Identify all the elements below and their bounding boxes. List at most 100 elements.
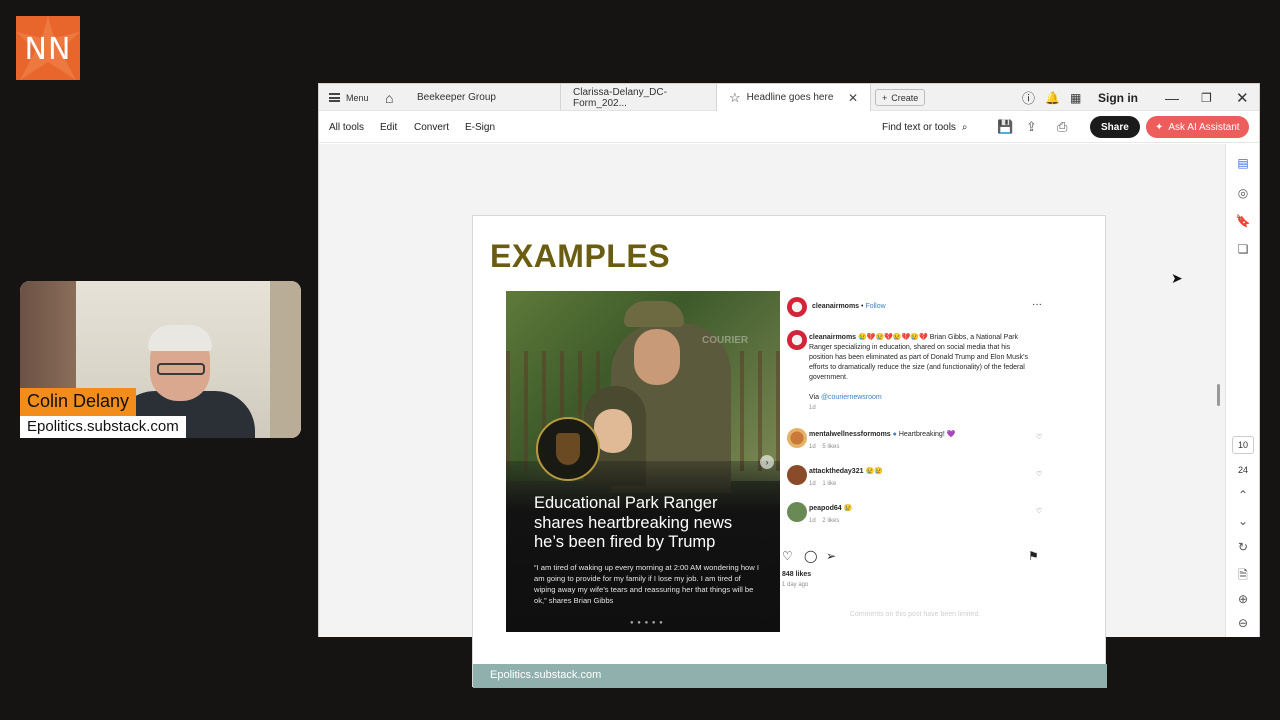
document-canvas[interactable]: EXAMPLES COURIER › Educational Park Rang… [319,144,1225,688]
comment-time: 1d [809,481,816,487]
more-options-icon[interactable]: ··· [1032,299,1042,310]
star-icon[interactable]: ☆ [729,90,741,106]
ask-ai-assistant-button[interactable]: ✦ Ask AI Assistant [1146,116,1249,138]
menu-label: Menu [346,92,369,103]
sign-in-link[interactable]: Sign in [1098,84,1138,111]
caption-time: 1d [809,405,816,411]
nn-logo: NN [16,16,80,80]
comment-icon[interactable]: ◯ [804,549,817,563]
page-down-icon[interactable]: ⌄ [1226,514,1260,528]
caption-via: Via [809,394,821,401]
total-pages: 24 [1237,465,1248,475]
current-page-field[interactable]: 10 [1232,436,1254,454]
comment-text: 😢😢 [865,468,883,475]
comment-row: attacktheday321 😢😢 [809,467,883,475]
convert-button[interactable]: Convert [414,111,449,143]
minimize-icon[interactable]: — [1165,84,1179,111]
share-icon[interactable]: ➢ [826,549,836,563]
comments-limited-note: Comments on this post have been limited. [849,611,981,618]
close-window-icon[interactable]: ✕ [1236,84,1249,111]
comment-likes: 1 like [822,481,837,487]
apps-grid-icon[interactable]: ▦ [1070,84,1081,111]
edit-button[interactable]: Edit [380,111,397,143]
rotate-icon[interactable]: ↻ [1226,540,1260,554]
create-label: Create [891,92,919,103]
instagram-panel: cleanairmoms • Follow ··· cleanairmoms 😢… [780,291,1050,632]
post-headline: Educational Park Ranger shares heartbrea… [534,494,733,551]
tab-dc-form[interactable]: Clarissa-Delany_DC-Form_202... [561,84,717,111]
tab-headline-active[interactable]: ☆ Headline goes here ✕ [717,84,871,111]
save-icon[interactable]: 💾 [997,111,1013,143]
find-tools-button[interactable]: Find text or tools ⌕ [882,111,968,143]
comment-user[interactable]: peapod64 [809,505,842,512]
like-comment-icon[interactable]: ♡ [1036,433,1042,441]
verified-icon: ● [892,431,897,438]
export-pdf-icon[interactable]: ◎ [1226,186,1260,200]
avatar [787,428,807,448]
hamburger-icon [329,93,340,102]
account-name[interactable]: cleanairmoms [812,303,859,310]
bell-icon[interactable]: 🔔 [1045,84,1060,111]
toolbar: All tools Edit Convert E-Sign Find text … [319,111,1259,143]
logo-text: NN [24,32,72,67]
avatar [787,297,807,317]
comment-user[interactable]: mentalwellnessformoms [809,431,891,438]
zoom-out-icon[interactable]: ⊖ [1226,616,1260,630]
courier-watermark: COURIER [702,335,749,346]
tab-bar: Menu ⌂ Beekeeper Group Clarissa-Delany_D… [319,84,1259,111]
scrollbar-thumb[interactable] [1217,384,1220,406]
page-up-icon[interactable]: ⌃ [1226,488,1260,502]
help-icon[interactable]: ⓘ [1022,84,1035,111]
caption-user[interactable]: cleanairmoms [809,334,856,341]
post-image: COURIER › Educational Park Ranger shares… [506,291,780,632]
search-icon: ⌕ [961,121,968,133]
post-quote: “I am tired of waking up every morning a… [534,563,759,605]
esign-button[interactable]: E-Sign [465,111,495,143]
mouse-cursor-icon: ➤ [1171,270,1183,286]
home-icon[interactable]: ⌂ [385,84,393,111]
right-rail: ▤ ◎ 🔖 ❏ 10 24 ⌃ ⌄ ↻ 🗎 ⊕ ⊖ [1225,144,1259,637]
create-button[interactable]: + Create [875,89,926,106]
footer-text: Epolitics.substack.com [490,669,602,681]
all-tools-button[interactable]: All tools [329,111,364,143]
likes-count: 848 likes [782,571,812,578]
menu-button[interactable]: Menu [329,84,369,111]
nps-badge-icon [536,417,600,481]
avatar [787,502,807,522]
close-tab-icon[interactable]: ✕ [848,91,858,105]
restore-icon[interactable]: ❐ [1201,84,1212,111]
carousel-next-icon[interactable]: › [760,455,774,469]
print-icon[interactable]: ⎙ [1057,111,1067,143]
tab-label: Clarissa-Delany_DC-Form_202... [573,86,667,109]
share-button[interactable]: Share [1090,116,1140,138]
presenter-name: Colin Delany [20,388,137,416]
comment-time: 1d [809,518,816,524]
comment-text: Heartbreaking! 💜 [898,431,956,438]
ai-assistant-icon: ✦ [1155,121,1164,133]
zoom-in-icon[interactable]: ⊕ [1226,592,1260,606]
posted-time: 1 day ago [782,582,809,588]
page-extract-icon[interactable]: 🗎 [1226,566,1260,587]
copy-pages-icon[interactable]: ❏ [1226,242,1260,256]
like-icon[interactable]: ♡ [782,549,793,563]
comment-row: peapod64 😢 [809,504,852,512]
pdf-viewer-window: Menu ⌂ Beekeeper Group Clarissa-Delany_D… [318,83,1260,688]
presenter-url: Epolitics.substack.com [20,416,186,438]
plus-icon: + [882,92,888,103]
bookmarks-icon[interactable]: 🔖 [1226,214,1260,228]
tab-beekeeper-group[interactable]: Beekeeper Group [405,84,561,111]
like-comment-icon[interactable]: ♡ [1036,470,1042,478]
via-handle[interactable]: @couriernewsroom [821,394,882,401]
comment-time: 1d [809,444,816,450]
comment-panel-icon[interactable]: ▤ [1226,156,1260,170]
like-comment-icon[interactable]: ♡ [1036,507,1042,515]
tab-label: Beekeeper Group [417,92,496,103]
caption-text: Brian Gibbs, a National Park Ranger spec… [809,334,1028,381]
bookmark-icon[interactable]: ⚑ [1028,549,1039,563]
tab-label: Headline goes here [746,92,834,103]
follow-link[interactable]: Follow [865,303,885,310]
upload-icon[interactable]: ⇪ [1026,111,1037,143]
post-caption: cleanairmoms 😢💔😢💔😢💔😢💔 Brian Gibbs, a Nat… [809,333,1031,413]
comment-user[interactable]: attacktheday321 [809,468,863,475]
find-label: Find text or tools [882,121,956,133]
